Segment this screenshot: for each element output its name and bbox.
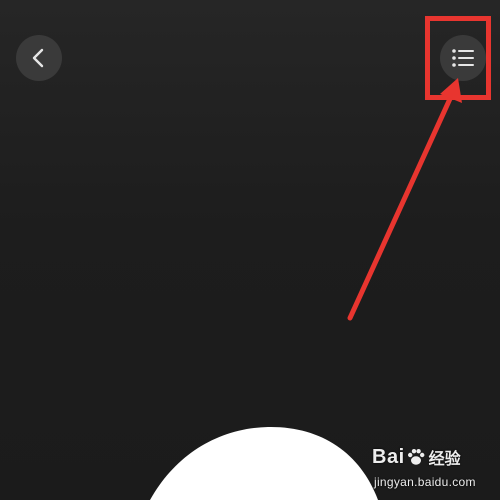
paw-icon	[407, 449, 425, 465]
back-button[interactable]	[16, 35, 62, 81]
baidu-jingyan-watermark: Bai 经验 jingyan.baidu.com	[372, 440, 496, 496]
watermark-brand-right: 经验	[428, 449, 461, 468]
watermark-url: jingyan.baidu.com	[374, 475, 476, 489]
app-screen: Bai 经验 jingyan.baidu.com	[0, 0, 500, 500]
highlight-box	[425, 16, 491, 100]
chevron-left-icon	[32, 48, 44, 68]
watermark-brand-left: Bai	[372, 445, 405, 468]
